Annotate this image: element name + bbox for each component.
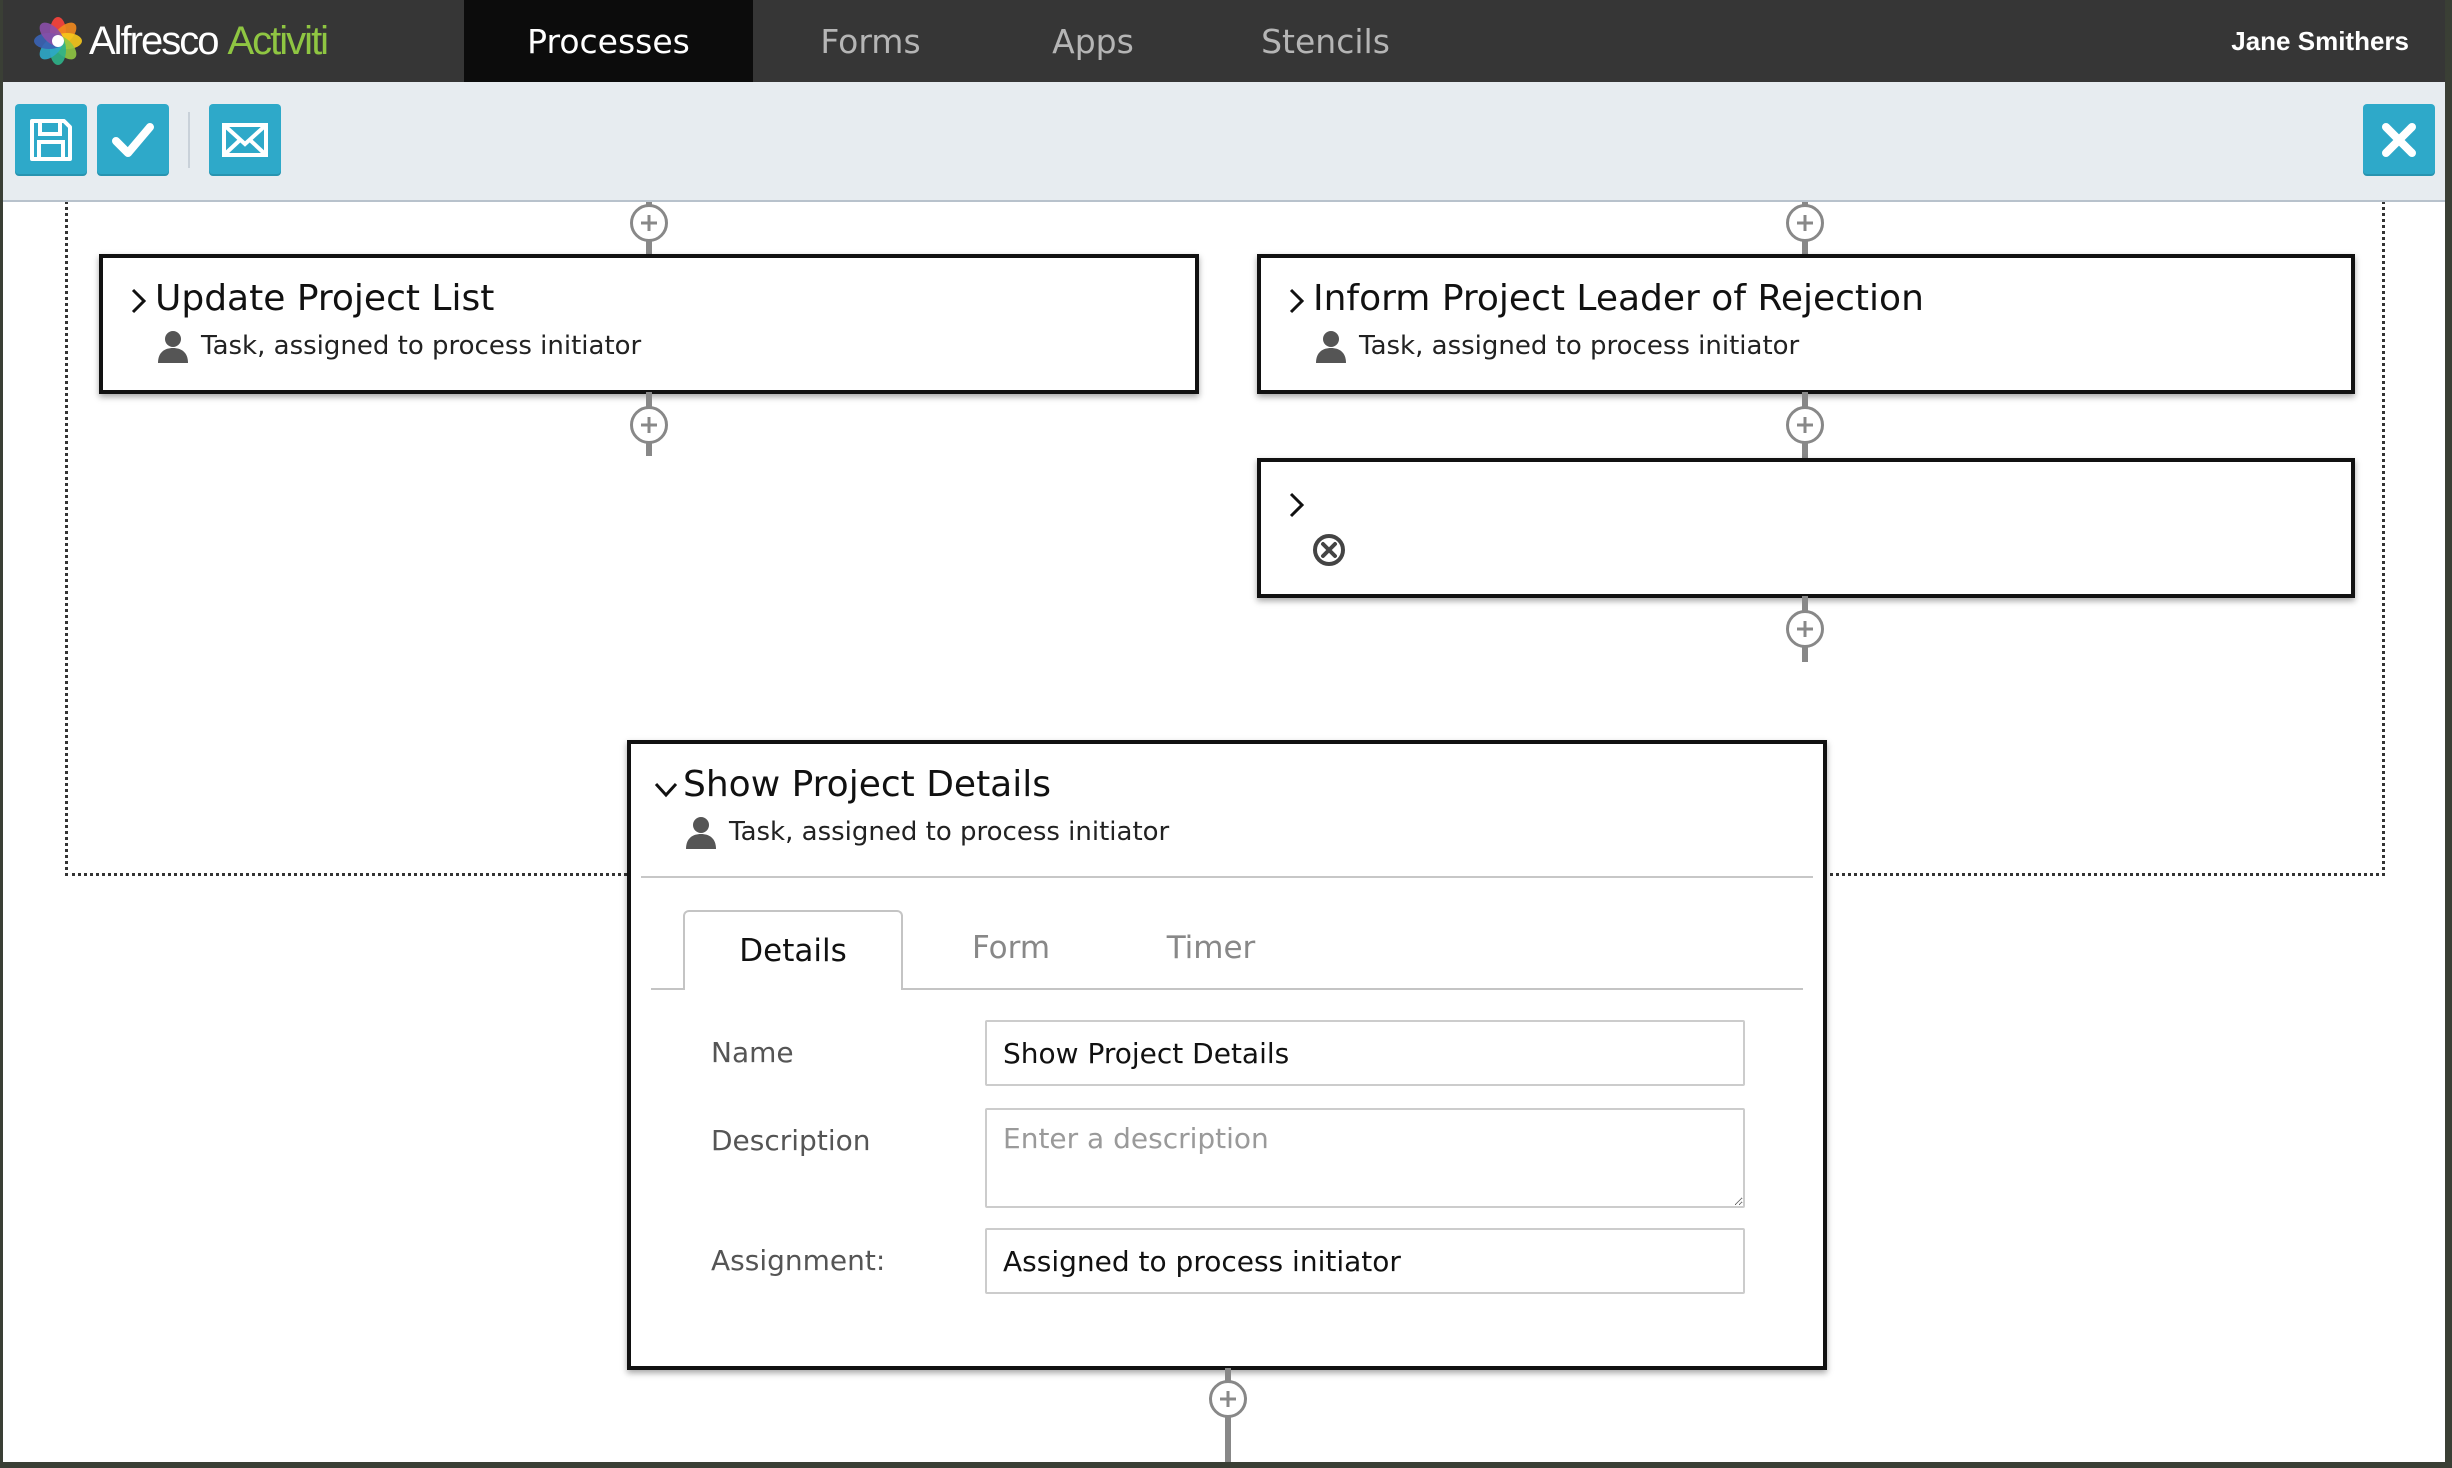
name-label: Name bbox=[711, 1036, 794, 1069]
step-show-project-details[interactable]: Show Project Details Task, assigned to p… bbox=[627, 740, 1827, 1370]
plus-icon bbox=[641, 215, 657, 231]
floppy-disk-icon bbox=[30, 119, 72, 161]
person-icon bbox=[686, 817, 716, 849]
description-input[interactable] bbox=[985, 1108, 1745, 1208]
brand-product: Activiti bbox=[227, 18, 330, 63]
person-icon bbox=[1316, 331, 1346, 363]
add-step-button[interactable] bbox=[630, 406, 668, 444]
step-subtitle: Task, assigned to process initiator bbox=[1359, 331, 1800, 361]
validate-button[interactable] bbox=[97, 104, 169, 176]
chevron-right-icon[interactable] bbox=[125, 286, 151, 316]
step-title: Show Project Details bbox=[683, 764, 1051, 805]
name-input[interactable] bbox=[985, 1020, 1745, 1086]
plus-icon bbox=[641, 417, 657, 433]
divider bbox=[641, 876, 1813, 878]
tab-timer[interactable]: Timer bbox=[1121, 910, 1301, 986]
step-assignment: Task, assigned to process initiator bbox=[155, 328, 641, 364]
add-step-button[interactable] bbox=[1209, 1380, 1247, 1418]
step-update-project-list[interactable]: Update Project List Task, assigned to pr… bbox=[99, 254, 1199, 394]
cancel-circle-icon bbox=[1313, 534, 1345, 566]
step-title: Inform Project Leader of Rejection bbox=[1313, 278, 1924, 319]
checkmark-icon bbox=[112, 123, 154, 157]
step-end-cancel[interactable] bbox=[1257, 458, 2355, 598]
app-window: Alfresco Activiti Processes Forms Apps S… bbox=[3, 0, 2445, 1462]
add-step-button[interactable] bbox=[1786, 610, 1824, 648]
step-inform-project-leader[interactable]: Inform Project Leader of Rejection Task,… bbox=[1257, 254, 2355, 394]
editor-toolbar bbox=[3, 82, 2445, 202]
step-subtitle: Task, assigned to process initiator bbox=[729, 817, 1170, 847]
chevron-down-icon[interactable] bbox=[653, 774, 679, 804]
step-assignment: Task, assigned to process initiator bbox=[1313, 328, 1799, 364]
plus-icon bbox=[1797, 417, 1813, 433]
flower-logo-icon bbox=[34, 17, 82, 65]
close-icon bbox=[2382, 123, 2416, 157]
save-button[interactable] bbox=[15, 104, 87, 176]
nav-tab-apps[interactable]: Apps bbox=[1013, 0, 1173, 82]
step-subtitle: Task, assigned to process initiator bbox=[201, 331, 642, 361]
tab-details[interactable]: Details bbox=[683, 910, 903, 990]
description-label: Description bbox=[711, 1124, 871, 1157]
top-navigation-bar: Alfresco Activiti Processes Forms Apps S… bbox=[3, 0, 2445, 94]
nav-tab-processes[interactable]: Processes bbox=[464, 0, 753, 94]
assignment-label: Assignment: bbox=[711, 1244, 886, 1277]
plus-icon bbox=[1220, 1391, 1236, 1407]
assignment-input[interactable] bbox=[985, 1228, 1745, 1294]
step-assignment: Task, assigned to process initiator bbox=[683, 814, 1169, 850]
share-button[interactable] bbox=[209, 104, 281, 176]
close-editor-button[interactable] bbox=[2363, 104, 2435, 176]
add-step-button[interactable] bbox=[630, 204, 668, 242]
process-canvas[interactable]: Update Project List Task, assigned to pr… bbox=[3, 202, 2445, 1462]
step-title: Update Project List bbox=[155, 278, 495, 319]
envelope-icon bbox=[222, 123, 268, 157]
add-step-button[interactable] bbox=[1786, 406, 1824, 444]
toolbar-separator bbox=[188, 112, 190, 168]
nav-tab-forms[interactable]: Forms bbox=[783, 0, 958, 82]
tab-form[interactable]: Form bbox=[921, 910, 1101, 986]
nav-tab-stencils[interactable]: Stencils bbox=[1233, 0, 1418, 82]
user-menu[interactable]: Jane Smithers bbox=[2231, 0, 2409, 82]
chevron-right-icon[interactable] bbox=[1283, 490, 1309, 520]
brand-name: Alfresco bbox=[89, 18, 219, 63]
app-logo[interactable]: Alfresco Activiti bbox=[33, 16, 330, 66]
person-icon bbox=[158, 331, 188, 363]
chevron-right-icon[interactable] bbox=[1283, 286, 1309, 316]
plus-icon bbox=[1797, 621, 1813, 637]
add-step-button[interactable] bbox=[1786, 204, 1824, 242]
plus-icon bbox=[1797, 215, 1813, 231]
